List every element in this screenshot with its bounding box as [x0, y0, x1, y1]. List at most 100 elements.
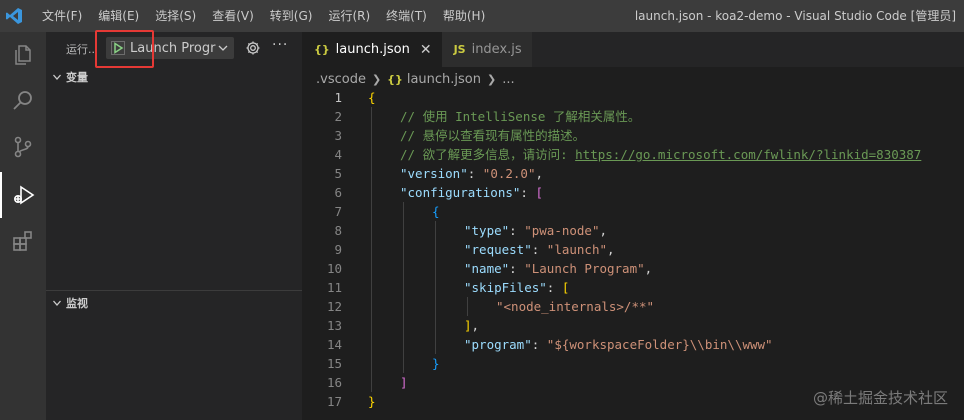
code-token: "launch"	[546, 242, 608, 257]
code-token: "version"	[400, 166, 468, 181]
code-line: 4 // 欲了解更多信息，请访问: https://go.microsoft.co…	[302, 145, 964, 164]
variables-section-header[interactable]: 变量	[46, 66, 302, 88]
tab-launch-json[interactable]: {} launch.json ✕	[302, 32, 442, 67]
chevron-down-icon	[216, 41, 230, 55]
code-token: [	[561, 280, 570, 295]
code-token: "name"	[464, 261, 510, 276]
code-line: 10 "name": "Launch Program",	[302, 259, 964, 278]
explorer-icon[interactable]	[0, 32, 46, 78]
more-actions-button[interactable]: ···	[272, 37, 288, 53]
menu-view[interactable]: 查看(V)	[204, 0, 262, 32]
js-file-icon: JS	[453, 43, 466, 56]
line-number: 14	[326, 337, 342, 352]
json-file-icon: {}	[314, 43, 330, 56]
code-token: }	[368, 394, 376, 409]
section-divider	[46, 290, 302, 291]
chevron-right-icon: ❯	[487, 72, 497, 86]
line-number: 15	[326, 356, 342, 371]
line-number: 12	[326, 299, 342, 314]
code-token: // 悬停以查看现有属性的描述。	[400, 128, 586, 143]
line-number: 10	[326, 261, 342, 276]
chevron-right-icon: ❯	[371, 72, 382, 86]
code-line: 2 // 使用 IntelliSense 了解相关属性。	[302, 107, 964, 126]
gear-icon[interactable]	[245, 40, 261, 56]
vscode-logo-icon	[0, 0, 28, 32]
line-number: 8	[334, 223, 342, 238]
code-line: 8 "type": "pwa-node",	[302, 221, 964, 240]
line-number: 13	[326, 318, 342, 333]
title-bar: 文件(F) 编辑(E) 选择(S) 查看(V) 转到(G) 运行(R) 终端(T…	[0, 0, 964, 32]
code-line: 7{	[302, 202, 964, 221]
code-token: ]	[400, 375, 408, 390]
code-line: 15}	[302, 354, 964, 373]
line-number: 9	[334, 242, 342, 257]
menu-file[interactable]: 文件(F)	[34, 0, 90, 32]
code-token: "configurations"	[400, 185, 521, 200]
editor-area: {} launch.json ✕ JS index.js .vscode ❯ {…	[302, 32, 964, 420]
breadcrumb: .vscode ❯ {} launch.json ❯ ...	[316, 68, 515, 90]
line-number: 7	[334, 204, 342, 219]
code-line: 13],	[302, 316, 964, 335]
menu-terminal[interactable]: 终端(T)	[378, 0, 435, 32]
line-number: 4	[334, 147, 342, 162]
code-token: "pwa-node"	[524, 223, 600, 238]
menu-bar: 文件(F) 编辑(E) 选择(S) 查看(V) 转到(G) 运行(R) 终端(T…	[28, 0, 493, 32]
extensions-icon[interactable]	[0, 218, 46, 264]
breadcrumb-folder[interactable]: .vscode	[316, 72, 366, 87]
code-token: // 欲了解更多信息，请访问:	[400, 147, 576, 162]
watch-label: 监视	[66, 297, 88, 310]
chevron-down-icon	[50, 296, 64, 310]
breadcrumb-tail[interactable]: ...	[502, 72, 514, 87]
code-token: "type"	[464, 223, 510, 238]
run-debug-icon[interactable]	[0, 172, 46, 218]
code-editor[interactable]: 1{ 2// 使用 IntelliSense 了解相关属性。 3// 悬停以查看…	[302, 88, 964, 411]
code-line: 1{	[302, 88, 964, 107]
json-file-icon: {}	[387, 72, 403, 86]
breadcrumb-file[interactable]: launch.json	[407, 72, 481, 87]
line-number: 6	[334, 185, 342, 200]
menu-go[interactable]: 转到(G)	[262, 0, 321, 32]
menu-run[interactable]: 运行(R)	[320, 0, 378, 32]
line-number: 2	[334, 109, 342, 124]
menu-edit[interactable]: 编辑(E)	[90, 0, 147, 32]
chevron-down-icon	[50, 70, 64, 84]
activity-bar	[0, 32, 46, 420]
code-token: "Launch Program"	[524, 261, 645, 276]
watch-section-header[interactable]: 监视	[46, 292, 302, 314]
search-icon[interactable]	[0, 78, 46, 124]
line-number: 5	[334, 166, 342, 181]
code-token: "${workspaceFolder}\\bin\\www"	[546, 337, 773, 352]
code-line: 12 "<node_internals>/**"	[302, 297, 964, 316]
menu-help[interactable]: 帮助(H)	[435, 0, 493, 32]
tab-label: index.js	[471, 42, 522, 57]
code-line: 9 "request": "launch",	[302, 240, 964, 259]
code-line: 6 "configurations": [	[302, 183, 964, 202]
sidebar-title: 运行..	[66, 43, 95, 56]
run-debug-sidebar: 运行.. Launch Program ···	[46, 32, 302, 420]
tab-index-js[interactable]: JS index.js	[441, 32, 532, 67]
code-token: ]	[464, 318, 472, 333]
line-number: 11	[326, 280, 342, 295]
close-icon[interactable]: ✕	[420, 42, 432, 58]
source-control-icon[interactable]	[0, 124, 46, 170]
code-token: {	[432, 204, 440, 219]
code-line: 5 "version": "0.2.0",	[302, 164, 964, 183]
code-token: }	[432, 356, 440, 371]
code-token: "skipFiles"	[464, 280, 547, 295]
window-title: launch.json - koa2-demo - Visual Studio …	[634, 9, 956, 23]
watermark: @稀土掘金技术社区	[812, 389, 948, 407]
line-number: 3	[334, 128, 342, 143]
code-token: // 使用 IntelliSense 了解相关属性。	[400, 109, 641, 124]
code-link[interactable]: https://go.microsoft.com/fwlink/?linkid=…	[575, 147, 921, 162]
code-token: "request"	[464, 242, 532, 257]
menu-selection[interactable]: 选择(S)	[147, 0, 204, 32]
code-token: {	[368, 90, 376, 105]
code-token: "<node_internals>/**"	[496, 299, 655, 314]
line-number: 17	[326, 394, 342, 409]
variables-label: 变量	[66, 71, 88, 84]
code-line: 3 // 悬停以查看现有属性的描述。	[302, 126, 964, 145]
highlight-annotation-box	[95, 30, 154, 68]
line-number: 1	[334, 90, 342, 105]
code-line: 14 "program": "${workspaceFolder}\\bin\\w…	[302, 335, 964, 354]
editor-tabs: {} launch.json ✕ JS index.js	[302, 32, 964, 67]
